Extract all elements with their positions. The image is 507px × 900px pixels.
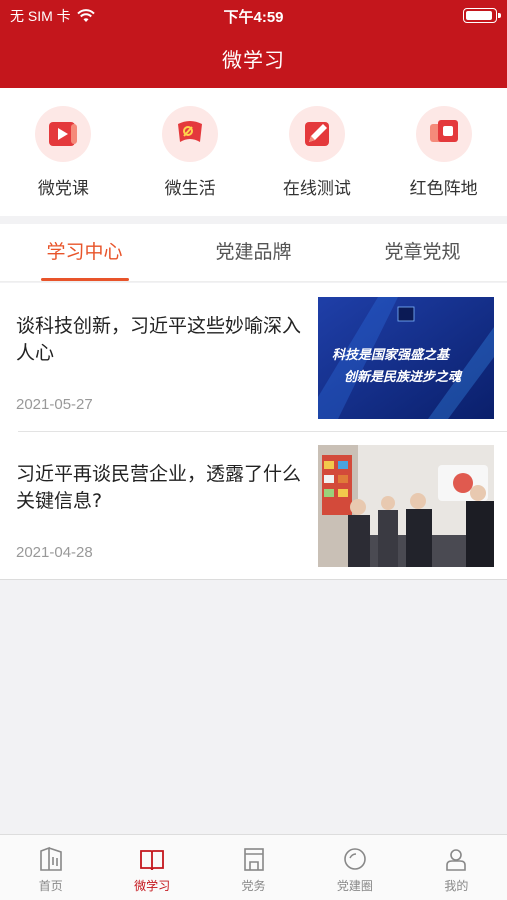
- party-flag-icon: [162, 106, 219, 162]
- tabbar-label: 首页: [38, 879, 63, 893]
- article-date: 2021-04-28: [16, 544, 93, 561]
- tab-party-rules[interactable]: 党章党规: [338, 224, 507, 281]
- thumbnail-caption: 科技是国家强盛之基: [332, 347, 451, 363]
- category-tabs: 学习中心 党建品牌 党章党规: [0, 224, 507, 282]
- circle-icon: [344, 848, 366, 870]
- quick-action-online-test[interactable]: 在线测试: [254, 88, 381, 216]
- quick-action-label: 在线测试: [282, 179, 351, 199]
- battery-icon: [463, 8, 501, 23]
- quick-action-micro-life[interactable]: 微生活: [127, 88, 254, 216]
- thumbnail-caption: 创新是民族进步之魂: [344, 369, 463, 385]
- article-thumbnail: 科技是国家强盛之基 创新是民族进步之魂: [318, 297, 494, 419]
- tabbar-label: 党建圈: [336, 879, 373, 893]
- tabbar-label: 党务: [241, 879, 266, 893]
- tabbar-party-circle[interactable]: 党建圈: [304, 835, 405, 900]
- status-bar: 无 SIM 卡 下午4:59: [10, 6, 501, 26]
- article-title: 谈科技创新，习近平这些妙喻深入人心: [16, 315, 302, 364]
- tabbar-label: 我的: [444, 879, 469, 893]
- article-thumbnail: [318, 445, 494, 567]
- quick-action-label: 微生活: [164, 179, 216, 199]
- article-item[interactable]: 习近平再谈民营企业，透露了什么关键信息? 2021-04-28: [0, 431, 507, 579]
- status-time: 下午4:59: [223, 9, 284, 26]
- article-title: 习近平再谈民营企业，透露了什么关键信息?: [16, 463, 302, 512]
- quick-action-micro-lesson[interactable]: 微党课: [0, 88, 127, 216]
- profile-icon: [446, 849, 467, 871]
- red-base-icon: [415, 106, 472, 162]
- bottom-tab-bar: 首页 微学习 党务 党建圈 我的: [0, 834, 507, 900]
- video-scroll-icon: [35, 106, 92, 162]
- tab-party-brand[interactable]: 党建品牌: [169, 224, 338, 281]
- quick-action-label: 微党课: [37, 179, 89, 199]
- tabbar-micro-study[interactable]: 微学习: [101, 835, 202, 900]
- article-list: 谈科技创新，习近平这些妙喻深入人心 2021-05-27 科技是国家强盛之基 创…: [0, 283, 507, 579]
- quick-action-red-base[interactable]: 红色阵地: [380, 88, 507, 216]
- pencil-test-icon: [288, 106, 345, 162]
- page-title: 微学习: [222, 48, 285, 72]
- book-icon: [140, 850, 165, 871]
- article-item[interactable]: 谈科技创新，习近平这些妙喻深入人心 2021-05-27 科技是国家强盛之基 创…: [0, 283, 507, 431]
- tabbar-mine[interactable]: 我的: [406, 835, 507, 900]
- tabbar-home[interactable]: 首页: [0, 835, 101, 900]
- party-affairs-icon: [243, 848, 264, 871]
- tab-study-center[interactable]: 学习中心: [0, 224, 169, 281]
- tabbar-label: 微学习: [134, 879, 171, 893]
- list-divider: [0, 579, 507, 580]
- home-icon: [39, 846, 62, 871]
- tabbar-party-affairs[interactable]: 党务: [203, 835, 304, 900]
- quick-action-label: 红色阵地: [409, 179, 478, 199]
- top-header: 无 SIM 卡 下午4:59 微学习: [0, 0, 507, 88]
- article-date: 2021-05-27: [16, 396, 93, 413]
- quick-actions: 微党课 微生活 在线测试 红色阵地: [0, 88, 507, 216]
